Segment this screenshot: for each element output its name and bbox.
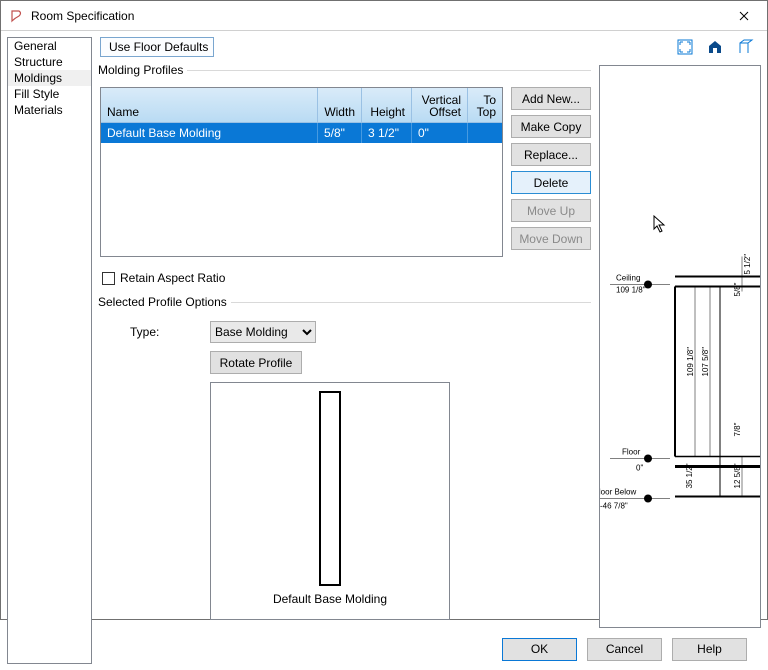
profile-buttons: Add New... Make Copy Replace... Delete M…	[511, 87, 591, 257]
sidebar-item-general[interactable]: General	[8, 38, 91, 54]
profile-shape	[319, 391, 341, 586]
checkbox-icon	[102, 272, 115, 285]
dim-f: 5/8"	[733, 282, 742, 296]
expand-icon[interactable]	[675, 37, 695, 57]
lbl-floor-val: 0"	[636, 464, 643, 473]
lbl-floor-below: Floor Below	[600, 488, 636, 497]
window-title: Room Specification	[31, 9, 721, 23]
retain-aspect-checkbox[interactable]: Retain Aspect Ratio	[102, 271, 591, 285]
sidebar-item-structure[interactable]: Structure	[8, 54, 91, 70]
dialog-footer: OK Cancel Help	[100, 628, 759, 670]
col-vertical-offset[interactable]: Vertical Offset	[412, 88, 468, 122]
sidebar-item-materials[interactable]: Materials	[8, 102, 91, 118]
content-pane: General Structure Moldings Fill Style Ma…	[1, 31, 767, 670]
section-icon[interactable]	[735, 37, 755, 57]
sidebar-item-moldings[interactable]: Moldings	[8, 70, 91, 86]
dim-c: 5 1/2"	[743, 254, 752, 275]
section-preview[interactable]: Ceiling 109 1/8" Floor 0" Floor Below -4…	[599, 65, 761, 628]
cell-height: 3 1/2"	[362, 123, 412, 143]
selected-profile-options-group: Selected Profile Options Type: Base Mold…	[100, 295, 591, 620]
replace-button[interactable]: Replace...	[511, 143, 591, 166]
table-row[interactable]: Default Base Molding 5/8" 3 1/2" 0"	[101, 123, 502, 143]
type-select[interactable]: Base Molding	[210, 321, 316, 343]
cell-name: Default Base Molding	[101, 123, 318, 143]
category-sidebar: General Structure Moldings Fill Style Ma…	[7, 37, 92, 664]
use-floor-defaults-checkbox[interactable]: Use Floor Defaults	[100, 37, 214, 57]
move-down-button: Move Down	[511, 227, 591, 250]
lbl-floor-below-val: -46 7/8"	[600, 502, 628, 511]
close-button[interactable]	[721, 1, 767, 31]
lbl-ceiling: Ceiling	[616, 274, 640, 283]
help-button[interactable]: Help	[672, 638, 747, 661]
retain-aspect-label: Retain Aspect Ratio	[120, 271, 225, 285]
dim-e: 12 5/8"	[733, 463, 742, 488]
use-floor-defaults-label: Use Floor Defaults	[109, 40, 208, 54]
ok-button[interactable]: OK	[502, 638, 577, 661]
profile-caption: Default Base Molding	[273, 592, 387, 606]
dim-g: 35 1/2"	[685, 463, 694, 488]
col-height[interactable]: Height	[362, 88, 412, 122]
col-width[interactable]: Width	[318, 88, 362, 122]
titlebar: Room Specification	[1, 1, 767, 31]
molding-profiles-group: Molding Profiles Name Width Height Verti…	[100, 63, 591, 257]
make-copy-button[interactable]: Make Copy	[511, 115, 591, 138]
app-icon	[9, 8, 25, 24]
type-label: Type:	[130, 325, 190, 339]
rotate-profile-button[interactable]: Rotate Profile	[210, 351, 302, 374]
dim-a: 109 1/8"	[686, 347, 695, 377]
dim-b: 107 5/8"	[701, 347, 710, 377]
cancel-button[interactable]: Cancel	[587, 638, 662, 661]
delete-button[interactable]: Delete	[511, 171, 591, 194]
profile-preview: Default Base Molding	[210, 382, 450, 620]
table-header: Name Width Height Vertical Offset To Top	[101, 88, 502, 123]
cell-voffset: 0"	[412, 123, 468, 143]
lbl-floor: Floor	[622, 448, 641, 457]
dim-d: 7/8"	[733, 422, 742, 436]
cell-width: 5/8"	[318, 123, 362, 143]
dialog-window: Room Specification General Structure Mol…	[0, 0, 768, 620]
main-panel: Use Floor Defaults Molding Profiles Name…	[92, 31, 767, 670]
add-new-button[interactable]: Add New...	[511, 87, 591, 110]
move-up-button: Move Up	[511, 199, 591, 222]
view-icons	[675, 37, 759, 57]
lbl-ceiling-val: 109 1/8"	[616, 286, 646, 295]
cell-totop	[468, 123, 502, 143]
selected-profile-legend: Selected Profile Options	[98, 295, 231, 309]
col-name[interactable]: Name	[101, 88, 318, 122]
profiles-table[interactable]: Name Width Height Vertical Offset To Top…	[100, 87, 503, 257]
molding-profiles-legend: Molding Profiles	[98, 63, 187, 77]
sidebar-item-fill-style[interactable]: Fill Style	[8, 86, 91, 102]
elevation-icon[interactable]	[705, 37, 725, 57]
col-to-top[interactable]: To Top	[468, 88, 502, 122]
